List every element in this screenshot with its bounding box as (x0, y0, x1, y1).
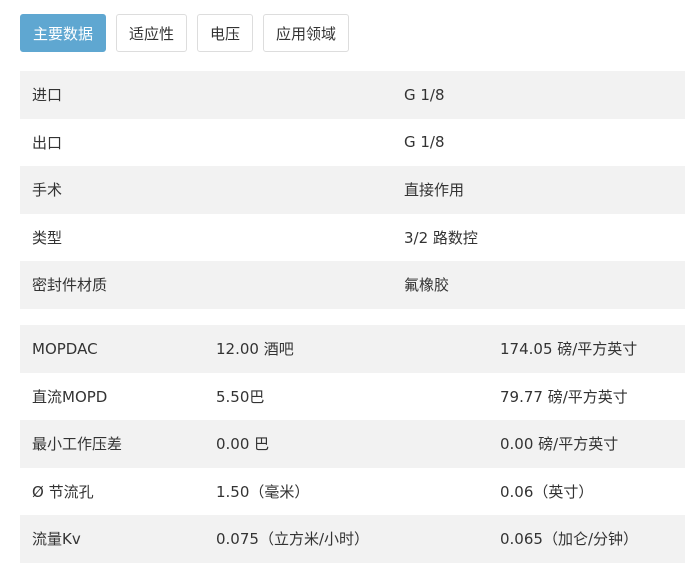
spec-value: 3/2 路数控 (404, 228, 478, 247)
tab-applications[interactable]: 应用领域 (263, 14, 350, 52)
pressure-label: 直流MOPD (32, 387, 108, 406)
spec-value: 氟橡胶 (404, 276, 450, 295)
table-row: 进口 G 1/8 (20, 71, 685, 119)
pressure-metric-value: 0.075（立方米/小时） (216, 530, 369, 549)
pressure-metric-value: 1.50（毫米） (216, 482, 310, 501)
pressure-label: Ø 节流孔 (32, 482, 94, 501)
table-row: Ø 节流孔 1.50（毫米） 0.06（英寸） (20, 468, 685, 516)
pressure-imperial-value: 0.00 磅/平方英寸 (500, 435, 619, 454)
table-row: 出口 G 1/8 (20, 119, 685, 167)
pressure-imperial-value: 0.06（英寸） (500, 482, 594, 501)
table-row: 直流MOPD 5.50巴 79.77 磅/平方英寸 (20, 373, 685, 421)
spec-value: G 1/8 (404, 85, 445, 104)
pressure-label: 最小工作压差 (32, 435, 123, 454)
pressure-imperial-value: 79.77 磅/平方英寸 (500, 387, 628, 406)
pressure-table: MOPDAC 12.00 酒吧 174.05 磅/平方英寸 直流MOPD 5.5… (20, 325, 685, 563)
spec-label: 手术 (32, 181, 63, 200)
table-row: 最小工作压差 0.00 巴 0.00 磅/平方英寸 (20, 420, 685, 468)
spec-label: 出口 (32, 133, 63, 152)
pressure-imperial-value: 174.05 磅/平方英寸 (500, 340, 638, 359)
pressure-label: MOPDAC (32, 339, 98, 358)
spec-label: 类型 (32, 228, 63, 247)
pressure-metric-value: 12.00 酒吧 (216, 340, 294, 359)
tab-adaptability[interactable]: 适应性 (116, 14, 188, 52)
pressure-metric-value: 0.00 巴 (216, 435, 270, 454)
tab-voltage[interactable]: 电压 (197, 14, 254, 52)
specs-table: 进口 G 1/8 出口 G 1/8 手术 直接作用 类型 3/2 路数控 密封件… (20, 71, 685, 309)
spec-value: G 1/8 (404, 133, 445, 152)
pressure-imperial-value: 0.065（加仑/分钟） (500, 530, 638, 549)
tab-bar: 主要数据 适应性 电压 应用领域 (20, 14, 350, 52)
pressure-metric-value: 5.50巴 (216, 387, 265, 406)
pressure-label: 流量Kv (32, 530, 81, 549)
spec-label: 进口 (32, 86, 63, 105)
table-row: 密封件材质 氟橡胶 (20, 261, 685, 309)
tab-main-data[interactable]: 主要数据 (20, 14, 107, 52)
table-row: 流量Kv 0.075（立方米/小时） 0.065（加仑/分钟） (20, 515, 685, 563)
table-row: 类型 3/2 路数控 (20, 214, 685, 262)
spec-value: 直接作用 (404, 181, 465, 200)
table-row: 手术 直接作用 (20, 166, 685, 214)
table-row: MOPDAC 12.00 酒吧 174.05 磅/平方英寸 (20, 325, 685, 373)
spec-label: 密封件材质 (32, 276, 108, 295)
